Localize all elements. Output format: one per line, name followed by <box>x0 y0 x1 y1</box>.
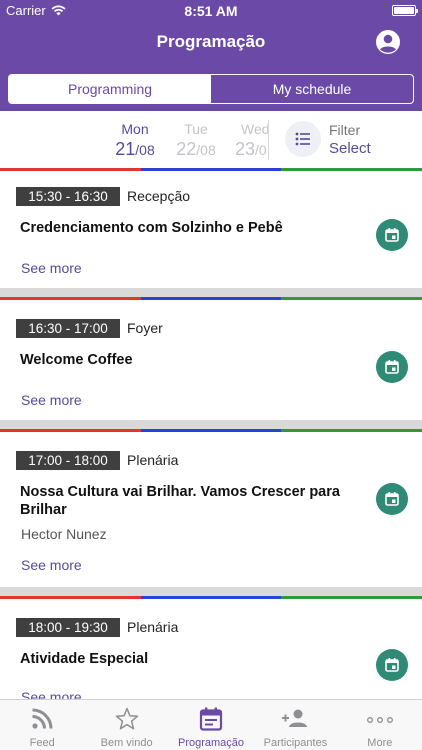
calendar-icon <box>385 492 399 506</box>
divider <box>0 420 422 429</box>
room-label: Plenária <box>127 619 179 635</box>
status-time: 8:51 AM <box>184 3 238 19</box>
tab-bar: Feed Bem vindo Programação Participantes <box>0 699 422 750</box>
calendar-icon <box>385 228 399 242</box>
page-title: Programação <box>156 32 266 51</box>
see-more-link[interactable]: See more <box>21 689 82 699</box>
filter-label: Filter <box>329 122 361 138</box>
time-badge: 17:00 - 18:00 <box>16 451 120 470</box>
add-to-schedule-button[interactable] <box>376 219 408 251</box>
event-card[interactable]: 16:30 - 17:00 Foyer Welcome Coffee See m… <box>0 303 422 420</box>
see-more-link[interactable]: See more <box>21 260 82 276</box>
tab-bem-vindo[interactable]: Bem vindo <box>84 700 168 750</box>
star-icon <box>115 707 138 730</box>
schedule-segmented-control: Programming My schedule <box>8 74 414 104</box>
tab-programming[interactable]: Programming <box>9 75 211 103</box>
add-to-schedule-button[interactable] <box>376 483 408 515</box>
tab-more[interactable]: More <box>338 700 422 750</box>
battery-icon <box>392 5 418 16</box>
status-bar: Carrier 8:51 AM <box>0 0 422 22</box>
see-more-link[interactable]: See more <box>21 392 82 408</box>
day-date: 23/0 <box>235 139 267 159</box>
day-name: Mon <box>121 121 149 137</box>
day-date: 22/08 <box>176 139 216 159</box>
filter-value: Select <box>329 140 371 157</box>
people-icon <box>282 709 308 727</box>
event-card[interactable]: 18:00 - 19:30 Plenária Atividade Especia… <box>0 602 422 699</box>
see-more-link[interactable]: See more <box>21 557 82 573</box>
room-label: Plenária <box>127 452 179 468</box>
event-title: Welcome Coffee <box>20 352 133 368</box>
calendar-icon <box>385 658 399 672</box>
event-title: Credenciamento com Solzinho e Pebê <box>20 220 283 236</box>
room-label: Recepção <box>127 188 191 204</box>
rss-icon <box>32 708 53 729</box>
filter-button[interactable] <box>285 121 321 157</box>
track-color-bar <box>0 429 422 432</box>
tab-label: Bem vindo <box>100 737 153 749</box>
list-icon <box>295 132 310 146</box>
event-list: 15:30 - 16:30 Recepção Credenciamento co… <box>0 171 422 699</box>
day-name: Tue <box>184 121 208 137</box>
event-title: Atividade Especial <box>20 651 149 667</box>
tab-label: Participantes <box>263 737 328 749</box>
day-tuesday[interactable]: Tue 22/08 <box>171 121 221 160</box>
profile-icon[interactable] <box>375 29 401 55</box>
day-name: Wed <box>241 121 269 137</box>
time-badge: 15:30 - 16:30 <box>16 187 120 206</box>
track-color-bar <box>0 596 422 599</box>
divider <box>0 288 422 297</box>
day-wednesday[interactable]: Wed 23/0 <box>233 121 269 160</box>
event-card[interactable]: 15:30 - 16:30 Recepção Credenciamento co… <box>0 171 422 288</box>
room-label: Foyer <box>127 320 163 336</box>
filter-control[interactable]: Filter Select <box>329 122 371 157</box>
date-divider <box>268 120 269 160</box>
track-color-bar <box>0 297 422 300</box>
add-to-schedule-button[interactable] <box>376 351 408 383</box>
speaker-name: Hector Nunez <box>21 526 107 542</box>
tab-label: Programação <box>177 737 245 749</box>
event-card[interactable]: 17:00 - 18:00 Plenária Nossa Cultura vai… <box>0 435 422 587</box>
tab-my-schedule[interactable]: My schedule <box>211 75 413 103</box>
header: Carrier 8:51 AM Programação Programming … <box>0 0 422 111</box>
day-date: 21/08 <box>115 139 155 159</box>
event-title: Nossa Cultura vai Brilhar. Vamos Crescer… <box>20 484 340 518</box>
day-monday[interactable]: Mon 21/08 <box>110 121 160 160</box>
tab-programacao[interactable]: Programação <box>169 700 253 750</box>
add-to-schedule-button[interactable] <box>376 649 408 681</box>
divider <box>0 587 422 596</box>
time-badge: 16:30 - 17:00 <box>16 319 120 338</box>
tab-feed[interactable]: Feed <box>0 700 84 750</box>
tab-label: Feed <box>29 737 55 749</box>
time-badge: 18:00 - 19:30 <box>16 618 120 637</box>
calendar-icon <box>385 360 399 374</box>
tab-label: More <box>367 737 393 749</box>
tab-participantes[interactable]: Participantes <box>253 700 337 750</box>
more-dots-icon <box>366 717 393 723</box>
calendar-icon <box>199 707 223 731</box>
